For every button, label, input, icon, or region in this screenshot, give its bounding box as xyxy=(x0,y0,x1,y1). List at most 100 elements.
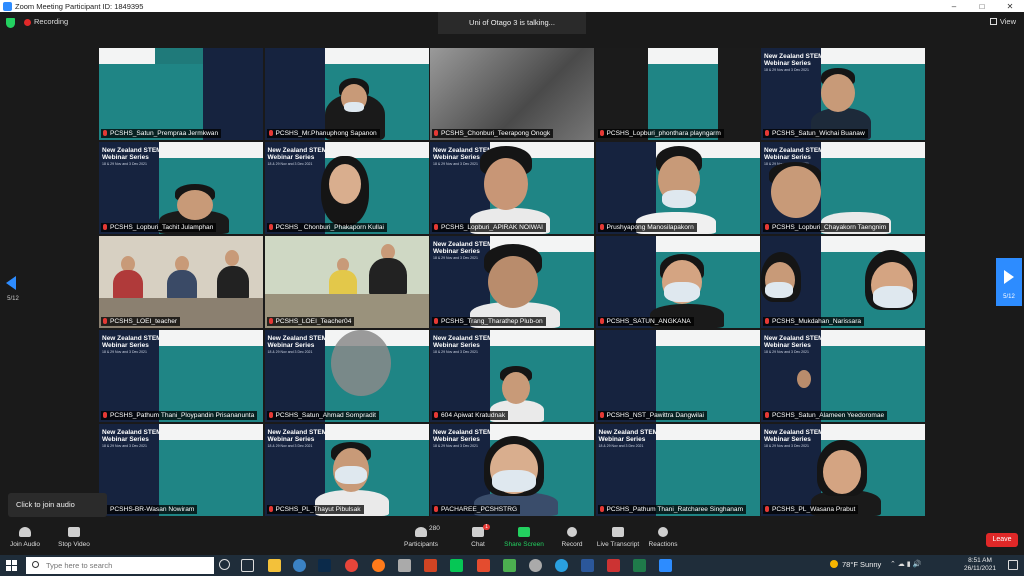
muted-mic-icon xyxy=(268,412,273,418)
taskbar-search-input[interactable] xyxy=(46,559,206,572)
window-title-bar: Zoom Meeting Participant ID: 1849395 – □… xyxy=(0,0,1024,12)
chat-button[interactable]: 1 Chat xyxy=(466,524,490,548)
app-icon[interactable] xyxy=(607,559,620,572)
system-tray[interactable]: ⌃ ☁ ▮ 🔊 xyxy=(890,560,921,568)
weather-widget[interactable]: 78°F Sunny xyxy=(830,560,881,569)
app-icon[interactable] xyxy=(529,559,542,572)
muted-mic-icon xyxy=(268,318,273,324)
next-page-button[interactable]: 5/12 xyxy=(996,258,1022,306)
muted-mic-icon xyxy=(434,130,438,136)
video-tile[interactable]: New Zealand STEM Webinar Series18 & 29 N… xyxy=(264,330,429,422)
cortana-icon[interactable] xyxy=(219,559,230,570)
notification-icon[interactable] xyxy=(1008,560,1018,570)
security-shield-icon[interactable] xyxy=(6,18,15,28)
muted-mic-icon xyxy=(765,412,769,418)
video-tile[interactable]: New Zealand STEM Webinar Series18 & 29 N… xyxy=(430,142,594,234)
participant-name: PCSHS_Satun_Ahmad Sornpradit xyxy=(266,411,379,420)
leave-button[interactable]: Leave xyxy=(986,533,1018,547)
video-tile[interactable]: New Zealand STEM Webinar Series18 & 29 N… xyxy=(264,424,429,516)
app-icon[interactable] xyxy=(503,559,516,572)
participant-name: PCSHS_Satun_Prempraa Jermkwan xyxy=(101,129,222,138)
word-icon[interactable] xyxy=(581,559,594,572)
video-tile[interactable]: PCSHS_Satun_Prempraa Jermkwan xyxy=(99,48,263,140)
muted-mic-icon xyxy=(599,224,604,230)
participant-name: PCSHS_Lopburi_Chayakorn Taengnim xyxy=(763,223,890,232)
taskbar-search[interactable] xyxy=(26,557,214,574)
participant-name: PCSHS_LOEI_Teacher04 xyxy=(266,317,355,326)
close-icon[interactable]: ✕ xyxy=(996,2,1024,11)
app-icon[interactable] xyxy=(398,559,411,572)
participant-name: PCSHS_Lopburi_phonthara playngarm xyxy=(597,129,724,138)
share-screen-button[interactable]: Share Screen xyxy=(503,527,545,548)
page-indicator-right: 5/12 xyxy=(1003,294,1015,300)
participant-name: PCSHS_NST_Pawittra Dangwilai xyxy=(597,411,707,420)
muted-mic-icon xyxy=(103,130,107,136)
app-icon[interactable] xyxy=(633,559,646,572)
taskbar-clock[interactable]: 8:51 AM 26/11/2021 xyxy=(960,557,1000,573)
join-audio-button[interactable]: Join Audio xyxy=(9,527,41,548)
video-tile[interactable]: New Zealand STEM Webinar Series18 & 29 N… xyxy=(430,330,594,422)
video-tile[interactable]: New Zealand STEM Webinar Series18 & 29 N… xyxy=(430,424,594,516)
live-transcript-button[interactable]: Live Transcript xyxy=(596,527,640,548)
windows-start-icon[interactable] xyxy=(6,560,17,571)
file-explorer-icon[interactable] xyxy=(268,559,281,572)
edge-icon[interactable] xyxy=(555,559,568,572)
line-icon[interactable] xyxy=(450,559,463,572)
recording-dot-icon xyxy=(24,19,31,26)
video-tile[interactable]: New Zealand STEM Webinar Series18 & 29 N… xyxy=(595,424,760,516)
record-button[interactable]: Record xyxy=(559,527,585,548)
minimize-icon[interactable]: – xyxy=(940,2,968,11)
powerpoint-icon[interactable] xyxy=(424,559,437,572)
video-tile[interactable]: New Zealand STEM Webinar Series18 & 29 N… xyxy=(761,424,925,516)
video-tile[interactable]: PCSHS_LOEI_Teacher04 xyxy=(264,236,429,328)
photoshop-icon[interactable] xyxy=(318,559,331,572)
muted-mic-icon xyxy=(103,318,107,324)
participant-name: PCSHS_PL_Wasana Prabut xyxy=(763,505,859,514)
video-tile[interactable]: New Zealand STEM Webinar Series18 & 29 N… xyxy=(99,330,263,422)
muted-mic-icon xyxy=(765,224,769,230)
filezilla-icon[interactable] xyxy=(477,559,490,572)
video-tile[interactable]: PCSHS_LOEI_teacher xyxy=(99,236,263,328)
chevron-right-icon xyxy=(1004,270,1014,284)
active-speaker-banner: Uni of Otago 3 is talking... xyxy=(438,12,586,34)
view-button[interactable]: View xyxy=(989,17,1016,26)
video-tile[interactable]: PCSHS_Lopburi_phonthara playngarm xyxy=(595,48,760,140)
window-title: Zoom Meeting Participant ID: 1849395 xyxy=(15,1,144,11)
video-tile[interactable]: PCSHS_SATUN_ANGKANA xyxy=(595,236,760,328)
meeting-toolbar: Join Audio Stop Video 280 Participants 1… xyxy=(0,522,1024,555)
muted-mic-icon xyxy=(434,506,438,512)
video-tile[interactable]: New Zealand STEM Webinar Series18 & 29 N… xyxy=(761,48,925,140)
maximize-icon[interactable]: □ xyxy=(968,2,996,11)
video-tile[interactable]: New Zealand STEM Webinar Series18 & 29 N… xyxy=(761,142,925,234)
video-tile[interactable]: PCSHS_NST_Pawittra Dangwilai xyxy=(595,330,760,422)
firefox-icon[interactable] xyxy=(372,559,385,572)
video-tile[interactable]: New Zealand STEM Webinar Series18 & 29 N… xyxy=(99,142,263,234)
zoom-taskbar-icon[interactable] xyxy=(659,559,672,572)
muted-mic-icon xyxy=(434,412,438,418)
video-tile[interactable]: PCSHS_Mr.Phanuphong Sapanon xyxy=(264,48,429,140)
video-tile[interactable]: New Zealand STEM Webinar Series18 & 29 N… xyxy=(99,424,263,516)
video-tile[interactable]: PCSHS_Mukdahan_Narissara xyxy=(761,236,925,328)
app-icon[interactable] xyxy=(293,559,306,572)
video-tile[interactable]: Prushyapong Manosilapakorn xyxy=(595,142,760,234)
headphones-icon xyxy=(19,527,31,537)
participant-name: PCSHS-BR-Wasan Nowiram xyxy=(101,505,198,514)
video-tile[interactable]: PCSHS_Chonburi_Teerapong Onogk xyxy=(430,48,594,140)
muted-mic-icon xyxy=(599,318,604,324)
participant-name: PCSHS_Chonburi_Teerapong Onogk xyxy=(432,129,554,138)
participant-name: PCSHS_Pathum Thani_Ratcharee Singhanam xyxy=(597,505,747,514)
video-tile[interactable]: New Zealand STEM Webinar Series18 & 29 N… xyxy=(761,330,925,422)
cc-icon xyxy=(612,527,624,537)
stop-video-button[interactable]: Stop Video xyxy=(56,527,92,548)
previous-page-button[interactable]: 5/12 xyxy=(0,258,26,306)
reactions-button[interactable]: Reactions xyxy=(648,527,678,548)
participants-button[interactable]: 280 Participants xyxy=(403,525,440,548)
muted-mic-icon xyxy=(268,506,273,512)
video-tile[interactable]: New Zealand STEM Webinar Series18 & 29 N… xyxy=(430,236,594,328)
participant-name: PCSHS_LOEI_teacher xyxy=(101,317,181,326)
participant-name: PCSHS_PL_Thayut Pibulsak xyxy=(266,505,364,514)
video-tile[interactable]: New Zealand STEM Webinar Series18 & 29 N… xyxy=(264,142,429,234)
camera-icon xyxy=(68,527,80,537)
task-view-icon[interactable] xyxy=(241,559,254,572)
chrome-icon[interactable] xyxy=(345,559,358,572)
